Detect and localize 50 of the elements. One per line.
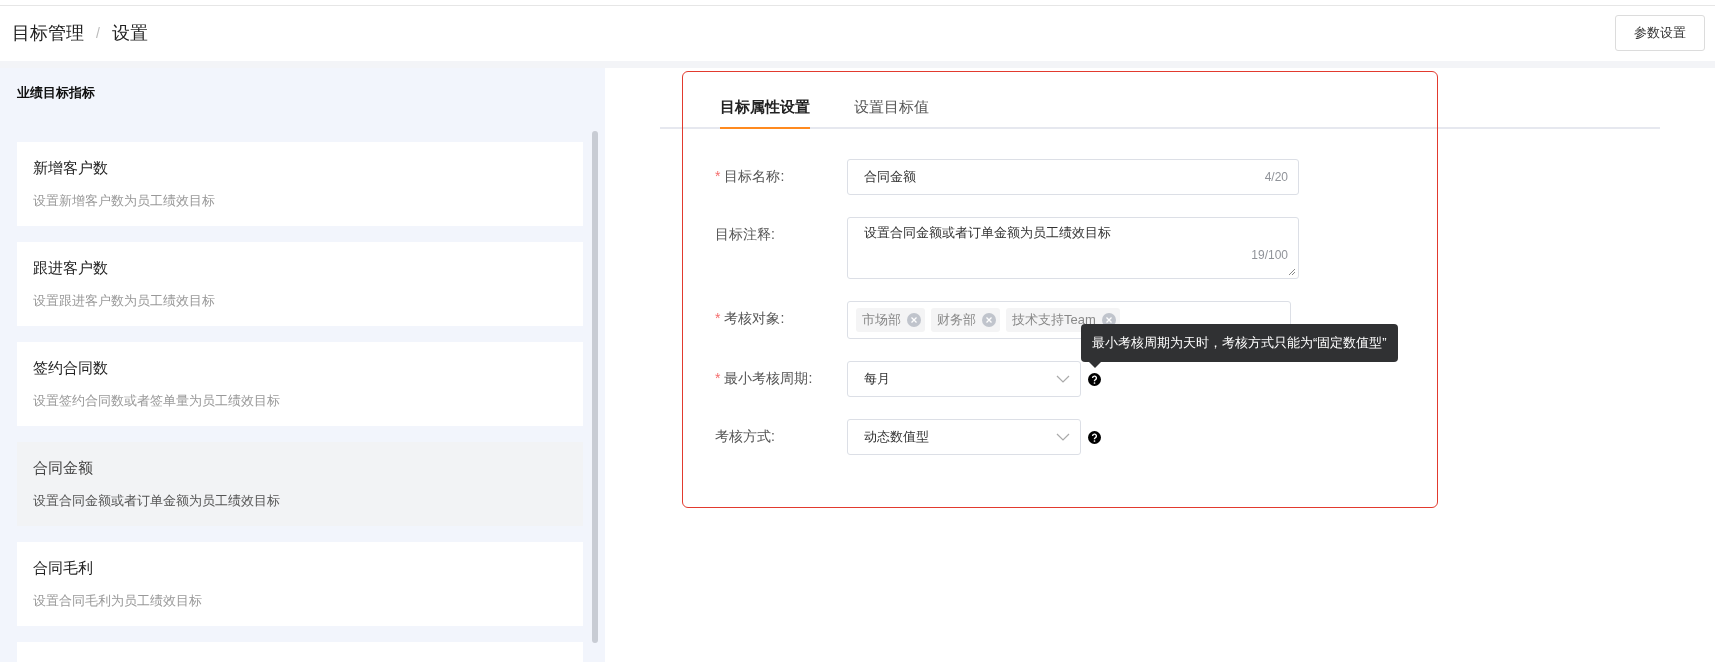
panel-title: 业绩目标指标 (17, 84, 95, 102)
card-description: 设置合同毛利为员工绩效目标 (33, 591, 202, 610)
character-counter: 4/20 (1264, 170, 1288, 184)
field-label: 最小考核周期: (724, 370, 813, 388)
select-value: 动态数值型 (864, 428, 929, 446)
tooltip: 最小考核周期为天时，考核方式只能为“固定数值型” (1081, 323, 1398, 362)
tab[interactable]: 设置目标值 (854, 91, 929, 129)
field-label: 考核方式: (715, 428, 775, 446)
parameter-settings-button[interactable]: 参数设置 (1615, 15, 1705, 51)
resize-handle-icon[interactable] (1288, 268, 1296, 276)
chevron-down-icon (1056, 375, 1070, 383)
indicator-card[interactable]: 新增客户数 设置新增客户数为员工绩效目标 (17, 142, 583, 226)
help-icon[interactable] (1088, 430, 1101, 444)
card-description: 设置新增客户数为员工绩效目标 (33, 191, 215, 210)
card-title: 跟进客户数 (33, 258, 108, 278)
character-counter: 19/100 (1251, 248, 1288, 262)
select-field[interactable]: 动态数值型 (847, 419, 1081, 455)
note-textarea[interactable]: 设置合同金额或者订单金额为员工绩效目标 19/100 (847, 217, 1299, 279)
tag-label: 市场部 (862, 311, 901, 329)
card-title: 合同毛利 (33, 558, 93, 578)
field-label: 目标注释: (715, 226, 775, 244)
card-description: 设置合同金额或者订单金额为员工绩效目标 (33, 491, 280, 510)
card-description: 设置签约合同数或者签单量为员工绩效目标 (33, 391, 280, 410)
breadcrumb-item: 设置 (111, 22, 148, 45)
field-value: 合同金额 (864, 168, 916, 186)
breadcrumb-item[interactable]: 目标管理 (12, 21, 84, 45)
tag-label: 财务部 (937, 311, 976, 329)
required-mark: * (715, 310, 721, 328)
card-title: 新增客户数 (33, 158, 108, 178)
card-title: 签约合同数 (33, 358, 108, 378)
indicator-card[interactable]: 合同金额 设置合同金额或者订单金额为员工绩效目标 (17, 442, 583, 526)
field-value: 设置合同金额或者订单金额为员工绩效目标 (864, 224, 1111, 242)
select-field[interactable]: 每月 (847, 361, 1081, 397)
tab[interactable]: 目标属性设置 (720, 91, 810, 129)
card-title: 合同金额 (33, 458, 93, 478)
indicator-card[interactable]: 跟进客户数 设置跟进客户数为员工绩效目标 (17, 242, 583, 326)
breadcrumb-separator: / (96, 25, 100, 41)
chevron-down-icon (1056, 433, 1070, 441)
indicator-card[interactable]: 合同毛利 设置合同毛利为员工绩效目标 (17, 542, 583, 626)
select-value: 每月 (864, 370, 890, 388)
required-mark: * (715, 370, 721, 388)
card-description: 设置跟进客户数为员工绩效目标 (33, 291, 215, 310)
scrollbar[interactable] (592, 131, 598, 643)
field-label: 目标名称: (724, 168, 785, 186)
tooltip-arrow (1089, 361, 1101, 368)
field-label: 考核对象: (724, 310, 785, 328)
indicator-card[interactable]: 签约合同数 设置签约合同数或者签单量为员工绩效目标 (17, 342, 583, 426)
required-mark: * (715, 168, 721, 186)
help-icon[interactable] (1088, 372, 1101, 386)
name-input-field[interactable]: 合同金额 4/20 (847, 159, 1299, 195)
